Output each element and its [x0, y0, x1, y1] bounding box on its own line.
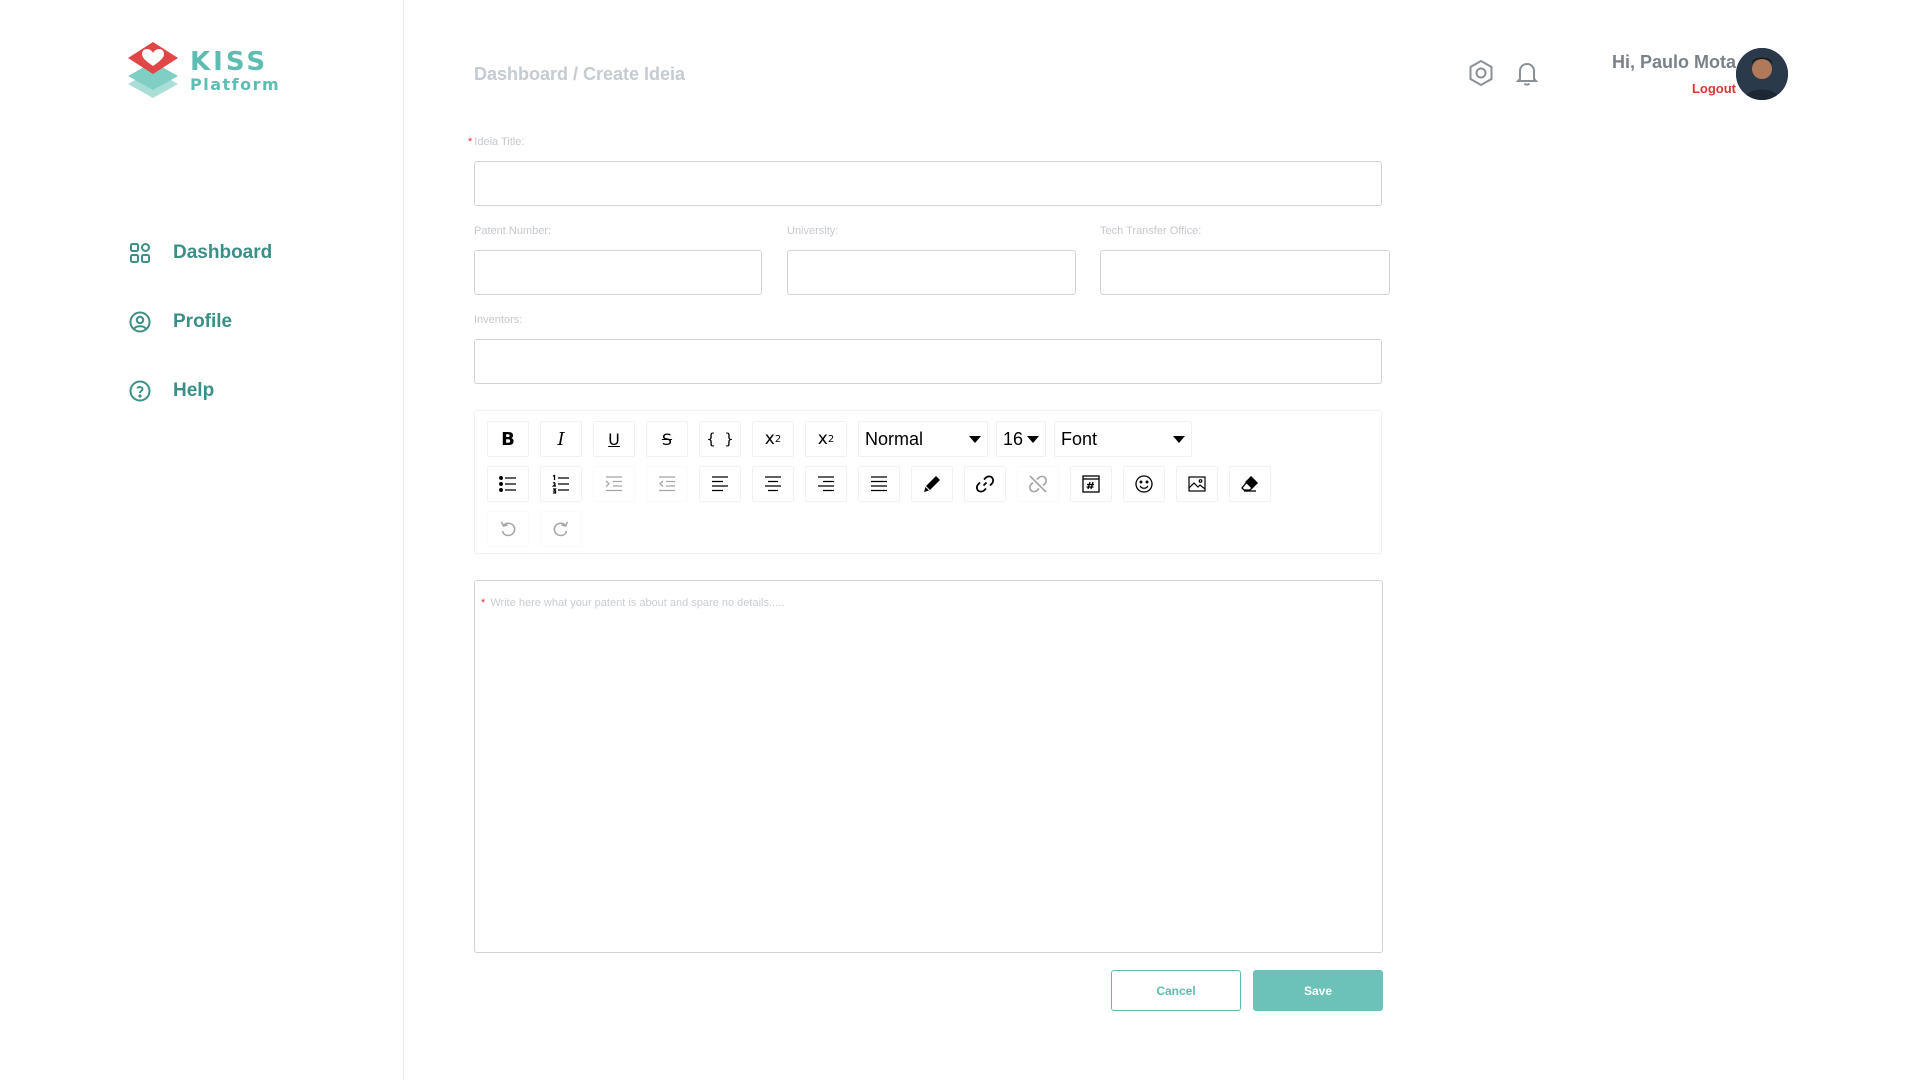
- patent-number-label: Patent Number:: [474, 225, 552, 237]
- kiss-logo[interactable]: KISS Platform: [126, 40, 280, 102]
- strikethrough-button[interactable]: S: [646, 421, 688, 457]
- ordered-list-button[interactable]: [540, 466, 582, 502]
- editor-body[interactable]: * Write here what your patent is about a…: [474, 580, 1383, 953]
- eraser-icon: [1241, 476, 1258, 492]
- sidebar-item-profile[interactable]: Profile: [128, 307, 272, 337]
- superscript-button[interactable]: x2: [752, 421, 794, 457]
- question-circle-icon: [129, 380, 151, 402]
- user-circle-icon: [129, 311, 151, 333]
- underline-button[interactable]: U: [593, 421, 635, 457]
- align-right-button[interactable]: [805, 466, 847, 502]
- chevron-down-icon: [1027, 435, 1039, 443]
- undo-button[interactable]: [487, 511, 529, 547]
- undo-icon: [500, 521, 516, 537]
- embed-button[interactable]: [1070, 466, 1112, 502]
- cancel-button[interactable]: Cancel: [1111, 970, 1241, 1011]
- tech-transfer-office-label: Tech Transfer Office:: [1100, 225, 1202, 237]
- bullet-list-icon: [499, 476, 516, 492]
- user-greeting: Hi, Paulo Mota: [1611, 52, 1736, 72]
- align-justify-icon: [871, 476, 887, 492]
- unlink-icon: [1029, 475, 1047, 493]
- align-center-button[interactable]: [752, 466, 794, 502]
- font-family-value: Font: [1061, 428, 1098, 449]
- sidebar-item-help[interactable]: Help: [128, 376, 272, 406]
- pencil-icon: [924, 476, 940, 492]
- indent-icon: [605, 476, 622, 492]
- emoji-icon: [1135, 475, 1153, 493]
- image-button[interactable]: [1176, 466, 1218, 502]
- save-button[interactable]: Save: [1253, 970, 1383, 1011]
- outdent-icon: [659, 476, 675, 492]
- title-input[interactable]: [474, 161, 1382, 206]
- redo-button[interactable]: [540, 511, 582, 547]
- chevron-down-icon: [1173, 435, 1185, 443]
- embed-icon: [1082, 475, 1100, 493]
- editor-toolbar: B I U S { } x2 x2 Normal 16 Font: [474, 410, 1382, 554]
- grid-icon: [130, 243, 150, 263]
- editor-placeholder: * Write here what your patent is about a…: [481, 597, 785, 609]
- inventors-label: Inventors:: [474, 314, 523, 326]
- bold-button[interactable]: B: [487, 421, 529, 457]
- sidebar-nav: Dashboard Profile Help: [128, 238, 272, 445]
- indent-button[interactable]: [593, 466, 635, 502]
- unordered-list-button[interactable]: [487, 466, 529, 502]
- image-icon: [1188, 476, 1206, 492]
- block-type-value: Normal: [865, 428, 924, 449]
- sidebar-item-label: Profile: [173, 311, 233, 332]
- subscript-button[interactable]: x2: [805, 421, 847, 457]
- align-center-icon: [765, 476, 781, 492]
- color-picker-button[interactable]: [911, 466, 953, 502]
- avatar[interactable]: [1736, 48, 1788, 100]
- outdent-button[interactable]: [646, 466, 688, 502]
- emoji-button[interactable]: [1123, 466, 1165, 502]
- sidebar: KISS Platform Dashboard Profile Help: [0, 0, 404, 1080]
- sidebar-item-label: Help: [173, 380, 215, 401]
- header-icons: [1466, 58, 1542, 88]
- university-label: University:: [787, 225, 839, 237]
- font-size-select[interactable]: 16: [996, 421, 1046, 457]
- patent-number-input[interactable]: [474, 250, 762, 295]
- logo-icon: [128, 42, 178, 98]
- unlink-button[interactable]: [1017, 466, 1059, 502]
- chevron-down-icon: [969, 435, 981, 443]
- link-button[interactable]: [964, 466, 1006, 502]
- university-input[interactable]: [787, 250, 1076, 295]
- font-size-value: 16: [1003, 428, 1024, 449]
- align-left-button[interactable]: [699, 466, 741, 502]
- align-left-icon: [712, 476, 728, 492]
- bell-icon[interactable]: [1512, 58, 1542, 88]
- user-info: Hi, Paulo Mota Logout: [1612, 52, 1736, 96]
- title-label: * Ideia Title:: [468, 136, 525, 148]
- sidebar-item-label: Dashboard: [173, 242, 273, 263]
- breadcrumb: Dashboard / Create Ideia: [474, 64, 686, 84]
- redo-icon: [553, 521, 569, 537]
- code-button[interactable]: { }: [699, 421, 741, 457]
- remove-format-button[interactable]: [1229, 466, 1271, 502]
- tech-transfer-office-input[interactable]: [1100, 250, 1390, 295]
- align-justify-button[interactable]: [858, 466, 900, 502]
- logo-subtitle: Platform: [190, 75, 281, 94]
- block-type-select[interactable]: Normal: [858, 421, 988, 457]
- italic-button[interactable]: I: [540, 421, 582, 457]
- settings-hex-icon[interactable]: [1466, 58, 1496, 88]
- logo-title: KISS: [190, 47, 269, 77]
- inventors-input[interactable]: [474, 339, 1382, 384]
- align-right-icon: [818, 476, 834, 492]
- font-family-select[interactable]: Font: [1054, 421, 1192, 457]
- link-icon: [975, 475, 995, 493]
- sidebar-item-dashboard[interactable]: Dashboard: [128, 238, 272, 268]
- numbered-list-icon: [551, 474, 569, 494]
- logout-link[interactable]: Logout: [1612, 81, 1736, 96]
